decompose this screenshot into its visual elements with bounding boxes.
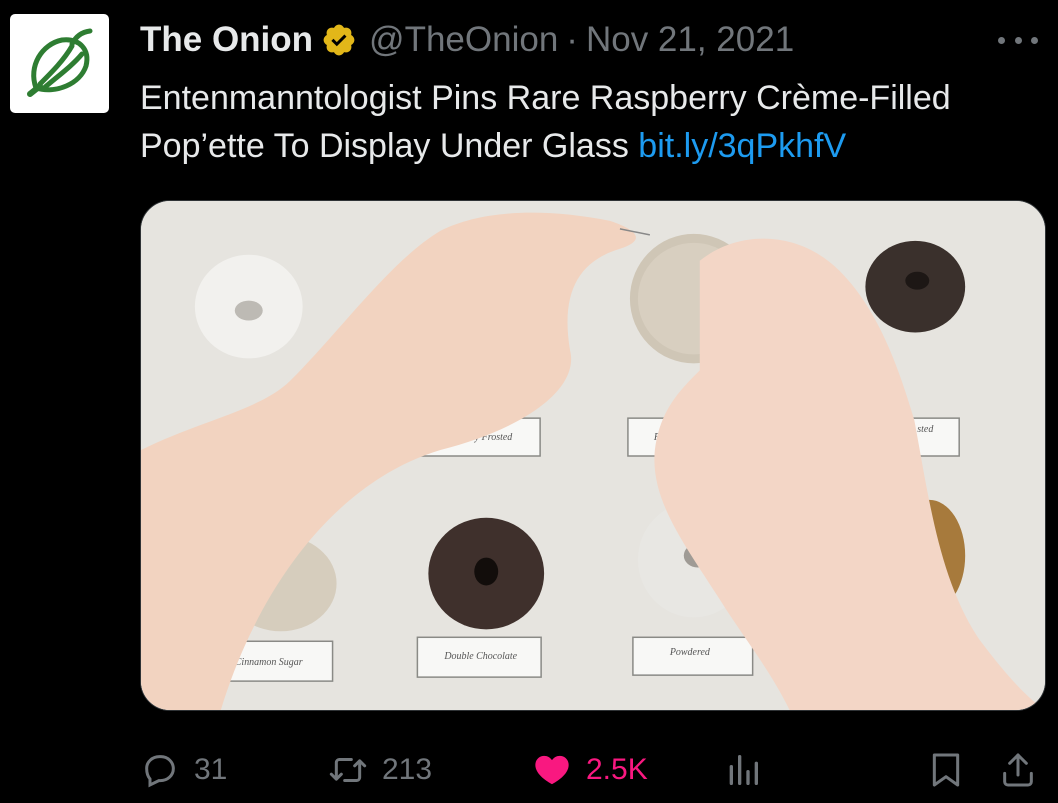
onion-logo-icon (27, 28, 93, 97)
tweet-media-image[interactable]: Strawberry Frosted Raspbe sted Cinnamon … (140, 200, 1046, 711)
avatar[interactable] (10, 14, 109, 113)
tweet-actions: 31 213 2.5K (140, 742, 1046, 798)
reply-icon (145, 755, 175, 788)
donut-powdered-top-left (194, 254, 303, 359)
views-button[interactable] (723, 742, 763, 798)
heart-icon (535, 755, 569, 785)
like-button[interactable]: 2.5K (532, 742, 648, 798)
label-double-chocolate: Double Chocolate (443, 651, 517, 662)
label-frosted: sted (917, 424, 933, 435)
retweet-count: 213 (382, 753, 433, 786)
bookmark-icon (932, 753, 960, 787)
retweet-button[interactable]: 213 (328, 742, 432, 798)
separator-dot: · (566, 20, 578, 59)
donut-double-chocolate (428, 517, 545, 630)
retweet-icon (329, 758, 367, 782)
bookmark-button[interactable] (926, 742, 966, 798)
label-cinnamon: Cinnamon Sugar (235, 657, 303, 668)
label-powdered: Powdered (669, 647, 710, 658)
tweet-date[interactable]: Nov 21, 2021 (586, 20, 794, 60)
donut-chocolate-top-right (865, 240, 966, 333)
handle[interactable]: @TheOnion (369, 20, 558, 60)
like-count: 2.5K (586, 753, 648, 786)
reply-button[interactable]: 31 (140, 742, 227, 798)
tweet-header: The Onion @TheOnion · Nov 21, 2021 (140, 18, 794, 62)
verified-badge-icon[interactable] (321, 22, 357, 58)
tweet-link[interactable]: bit.ly/3qPkhfV (638, 127, 846, 165)
display-name[interactable]: The Onion (140, 20, 313, 60)
reply-count: 31 (194, 753, 228, 786)
tweet-text: Entenmanntologist Pins Rare Raspberry Cr… (140, 74, 1045, 170)
share-button[interactable] (998, 742, 1038, 798)
more-options-icon[interactable] (998, 30, 1038, 50)
share-icon (1003, 753, 1033, 787)
views-icon (729, 755, 758, 785)
